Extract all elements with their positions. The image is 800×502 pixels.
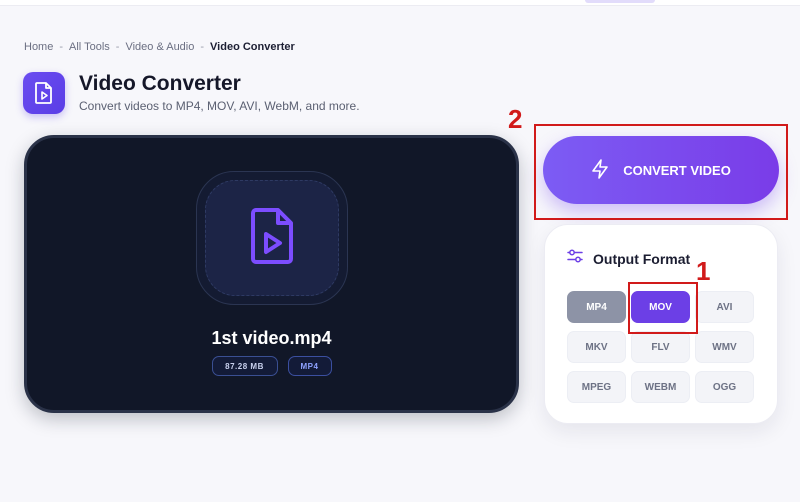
output-format-title: Output Format (593, 250, 691, 267)
annotation-marker-1: 1 (696, 256, 711, 286)
breadcrumb-separator: - (200, 41, 205, 53)
breadcrumb: Home - All Tools - Video & Audio - Video… (24, 41, 295, 53)
format-option-webm[interactable]: WEBM (631, 371, 690, 403)
breadcrumb-home[interactable]: Home (24, 41, 53, 53)
video-file-icon (248, 207, 296, 270)
breadcrumb-video-audio[interactable]: Video & Audio (125, 41, 194, 53)
video-file-icon (23, 72, 65, 114)
format-option-mp4[interactable]: MP4 (567, 291, 626, 323)
page-title: Video Converter (79, 72, 241, 95)
lightning-icon (591, 158, 609, 182)
output-format-header: Output Format (567, 249, 690, 268)
annotation-marker-2: 2 (508, 104, 523, 134)
format-option-wmv[interactable]: WMV (695, 331, 754, 363)
video-preview-card: 1st video.mp4 87.28 MB MP4 (24, 135, 519, 413)
top-bar (0, 0, 800, 6)
output-format-panel: Output Format MP4 MOV AVI MKV FLV WMV MP… (544, 224, 778, 424)
convert-video-label: CONVERT VIDEO (623, 162, 731, 178)
breadcrumb-separator: - (115, 41, 120, 53)
page-subtitle: Convert videos to MP4, MOV, AVI, WebM, a… (79, 99, 360, 113)
breadcrumb-current: Video Converter (210, 41, 295, 53)
top-bar-accent (585, 0, 655, 3)
breadcrumb-separator: - (59, 41, 64, 53)
convert-video-button[interactable]: CONVERT VIDEO (543, 136, 779, 204)
format-option-mov[interactable]: MOV (631, 291, 690, 323)
format-option-avi[interactable]: AVI (695, 291, 754, 323)
file-meta: 87.28 MB MP4 (27, 356, 516, 376)
breadcrumb-all-tools[interactable]: All Tools (69, 41, 110, 53)
file-size-badge: 87.28 MB (211, 356, 278, 376)
format-option-flv[interactable]: FLV (631, 331, 690, 363)
sliders-icon (567, 249, 583, 268)
format-option-mkv[interactable]: MKV (567, 331, 626, 363)
file-name: 1st video.mp4 (211, 328, 332, 348)
format-options: MP4 MOV AVI MKV FLV WMV MPEG WEBM OGG (567, 291, 754, 403)
video-thumbnail (205, 180, 339, 296)
video-thumbnail-frame (196, 171, 348, 305)
file-format-badge: MP4 (287, 356, 332, 376)
format-option-ogg[interactable]: OGG (695, 371, 754, 403)
format-option-mpeg[interactable]: MPEG (567, 371, 626, 403)
